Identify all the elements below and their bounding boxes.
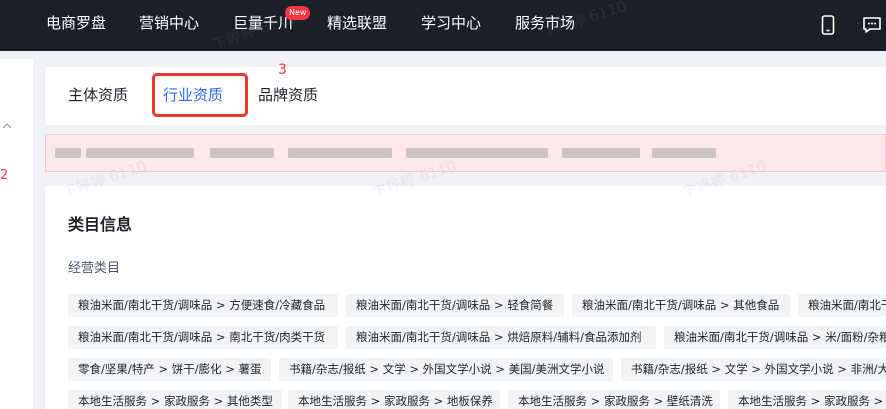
- category-tag: 粮油米面/南北干货/调味品: [798, 294, 886, 317]
- redacted-text: [652, 148, 716, 158]
- nav-item-learning[interactable]: 学习中心: [421, 13, 481, 33]
- category-tag: 书籍/杂志/报纸 > 文学 > 外国文学小说 > 美国/美洲文学小说: [279, 358, 613, 381]
- tab-entity-qualification[interactable]: 主体资质: [68, 85, 128, 105]
- category-tag: 粮油米面/南北干货/调味品 > 方便速食/冷藏食品: [68, 294, 338, 317]
- redacted-text: [288, 148, 392, 158]
- tab-brand-qualification[interactable]: 品牌资质: [258, 85, 318, 105]
- redacted-text: [86, 148, 194, 158]
- category-tag: 本地生活服务 > 家政服务 > 壁纸清洗: [508, 390, 720, 409]
- redacted-text: [210, 148, 274, 158]
- nav-item-service-market[interactable]: 服务市场: [515, 13, 575, 33]
- chevron-icon[interactable]: [0, 118, 14, 132]
- redacted-text: [55, 148, 81, 158]
- category-tag: 零食/坚果/特产 > 饼干/膨化 > 薯蛋: [68, 358, 271, 381]
- annotation-number-3: 3: [278, 62, 287, 78]
- message-icon[interactable]: [860, 13, 884, 37]
- new-badge: New: [285, 6, 311, 20]
- category-tag: 粮油米面/南北干货/调味品 > 米/面粉/杂粮: [664, 326, 886, 349]
- category-tag: 本地生活服务 > 家政服务 > 外墙清洗: [728, 390, 886, 409]
- category-tag: 粮油米面/南北干货/调味品 > 轻食简餐: [346, 294, 564, 317]
- category-tag: 本地生活服务 > 家政服务 > 其他类型: [68, 390, 282, 409]
- category-tag: 粮油米面/南北干货/调味品 > 其他食品: [572, 294, 790, 317]
- nav-item-compass[interactable]: 电商罗盘: [46, 13, 106, 33]
- highlight-box: [152, 73, 248, 117]
- category-tag: 粮油米面/南北干货/调味品 > 烘焙原料/辅料/食品添加剂: [346, 326, 656, 349]
- redacted-text: [406, 148, 548, 158]
- category-tag: 本地生活服务 > 家政服务 > 地板保养: [288, 390, 500, 409]
- sidebar: [0, 59, 33, 409]
- section-title: 类目信息: [68, 215, 133, 234]
- phone-icon[interactable]: [816, 13, 840, 37]
- top-navigation-bar: 电商罗盘 营销中心 巨量千川 New 精选联盟 学习中心 服务市场: [0, 0, 886, 51]
- category-tag: 书籍/杂志/报纸 > 文学 > 外国文学小说 > 非洲/大洋洲: [621, 358, 886, 381]
- nav-item-alliance[interactable]: 精选联盟: [327, 13, 387, 33]
- category-tag: 粮油米面/南北干货/调味品 > 南北干货/肉类干货: [68, 326, 338, 349]
- annotation-number-2: 2: [0, 168, 9, 183]
- field-label-business-category: 经营类目: [68, 261, 121, 276]
- nav-item-marketing[interactable]: 营销中心: [139, 13, 199, 33]
- redacted-text: [562, 148, 640, 158]
- nav-item-qianchuan[interactable]: 巨量千川: [233, 13, 293, 33]
